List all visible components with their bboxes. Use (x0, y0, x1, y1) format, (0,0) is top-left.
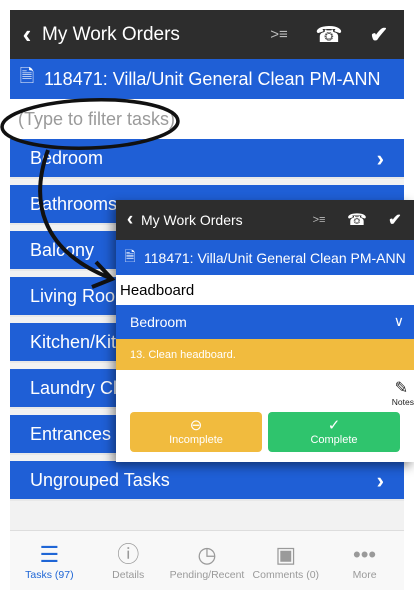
task-label: 13. Clean headboard. (130, 348, 236, 361)
document-icon: 🗎 (124, 247, 136, 264)
filter-input[interactable] (18, 108, 404, 130)
overlay-screenshot: ‹ My Work Orders >≡ ☎ ✔ 🗎 118471: Villa/… (116, 200, 414, 462)
group-label: Bathrooms (30, 193, 118, 214)
work-order-bar: 🗎 118471: Villa/Unit General Clean PM-AN… (10, 59, 404, 99)
checkmark-icon[interactable]: ✔ (354, 22, 404, 48)
overlay-work-order-label: 118471: Villa/Unit General Clean PM-ANN (144, 249, 406, 266)
list-icon: ☰ (39, 541, 60, 567)
bottom-tab-bar: ☰ Tasks (97) ⓘ Details ◷ Pending/Recent … (10, 530, 404, 590)
overlay-filter-input[interactable]: Headboard (116, 275, 414, 305)
clock-icon: ◷ (197, 541, 217, 567)
incomplete-label: Incomplete (169, 434, 223, 446)
checkmark-icon[interactable]: ✔ (376, 210, 414, 230)
tab-label: Comments (0) (252, 568, 320, 581)
group-label: Entrances (30, 423, 112, 444)
tab-label: Details (112, 568, 145, 581)
tab-tasks[interactable]: ☰ Tasks (97) (10, 531, 89, 590)
tab-more[interactable]: ••• More (325, 531, 404, 590)
filter-field-container (10, 99, 404, 139)
tab-pending-recent[interactable]: ◷ Pending/Recent (168, 531, 247, 590)
page-title: My Work Orders (42, 23, 180, 45)
list-indent-icon[interactable]: >≡ (300, 214, 338, 226)
group-label: Ungrouped Tasks (30, 469, 170, 490)
list-indent-icon[interactable]: >≡ (254, 26, 304, 43)
tab-label: Pending/Recent (169, 568, 245, 581)
minus-circle-icon: ⊖ (189, 417, 203, 434)
group-label: Bedroom (30, 147, 104, 168)
phone-icon[interactable]: ☎ (304, 22, 354, 48)
tab-comments[interactable]: ▣ Comments (0) (246, 531, 325, 590)
header-bar: ‹ My Work Orders >≡ ☎ ✔ (10, 10, 404, 59)
overlay-header: ‹ My Work Orders >≡ ☎ ✔ (116, 200, 414, 240)
notes-area: ✎ Notes (116, 370, 414, 412)
notes-label: Notes (391, 397, 414, 407)
photo-comment-icon: ▣ (275, 541, 297, 567)
overlay-group-bedroom[interactable]: Bedroom ∨ (116, 305, 414, 339)
overlay-title: My Work Orders (141, 212, 243, 228)
group-row-ungrouped-tasks[interactable]: Ungrouped Tasks › (10, 461, 404, 501)
group-label: Bedroom (130, 314, 187, 330)
more-icon: ••• (353, 541, 377, 567)
tab-label: Tasks (97) (25, 568, 74, 581)
chevron-down-icon: ∨ (393, 313, 404, 329)
tab-label: More (352, 568, 377, 581)
chevron-right-icon: › (376, 468, 384, 493)
complete-label: Complete (310, 434, 358, 446)
document-icon: 🗎 (19, 66, 35, 86)
work-order-label: 118471: Villa/Unit General Clean PM-ANN (44, 68, 381, 89)
info-icon: ⓘ (117, 541, 140, 567)
group-row-bedroom[interactable]: Bedroom › (10, 139, 404, 179)
overlay-work-order-bar: 🗎 118471: Villa/Unit General Clean PM-AN… (116, 240, 414, 275)
complete-button[interactable]: ✓ Complete (268, 412, 400, 452)
phone-icon[interactable]: ☎ (338, 210, 376, 230)
action-buttons: ⊖ Incomplete ✓ Complete (116, 412, 414, 452)
back-button[interactable]: ‹ (12, 19, 42, 50)
check-icon: ✓ (327, 417, 341, 434)
incomplete-button[interactable]: ⊖ Incomplete (130, 412, 262, 452)
edit-icon[interactable]: ✎ (395, 378, 408, 398)
group-label: Balcony (30, 239, 95, 260)
back-button[interactable]: ‹ (119, 209, 141, 231)
task-row[interactable]: 13. Clean headboard. (116, 339, 414, 370)
chevron-right-icon: › (376, 146, 384, 171)
tab-details[interactable]: ⓘ Details (89, 531, 168, 590)
